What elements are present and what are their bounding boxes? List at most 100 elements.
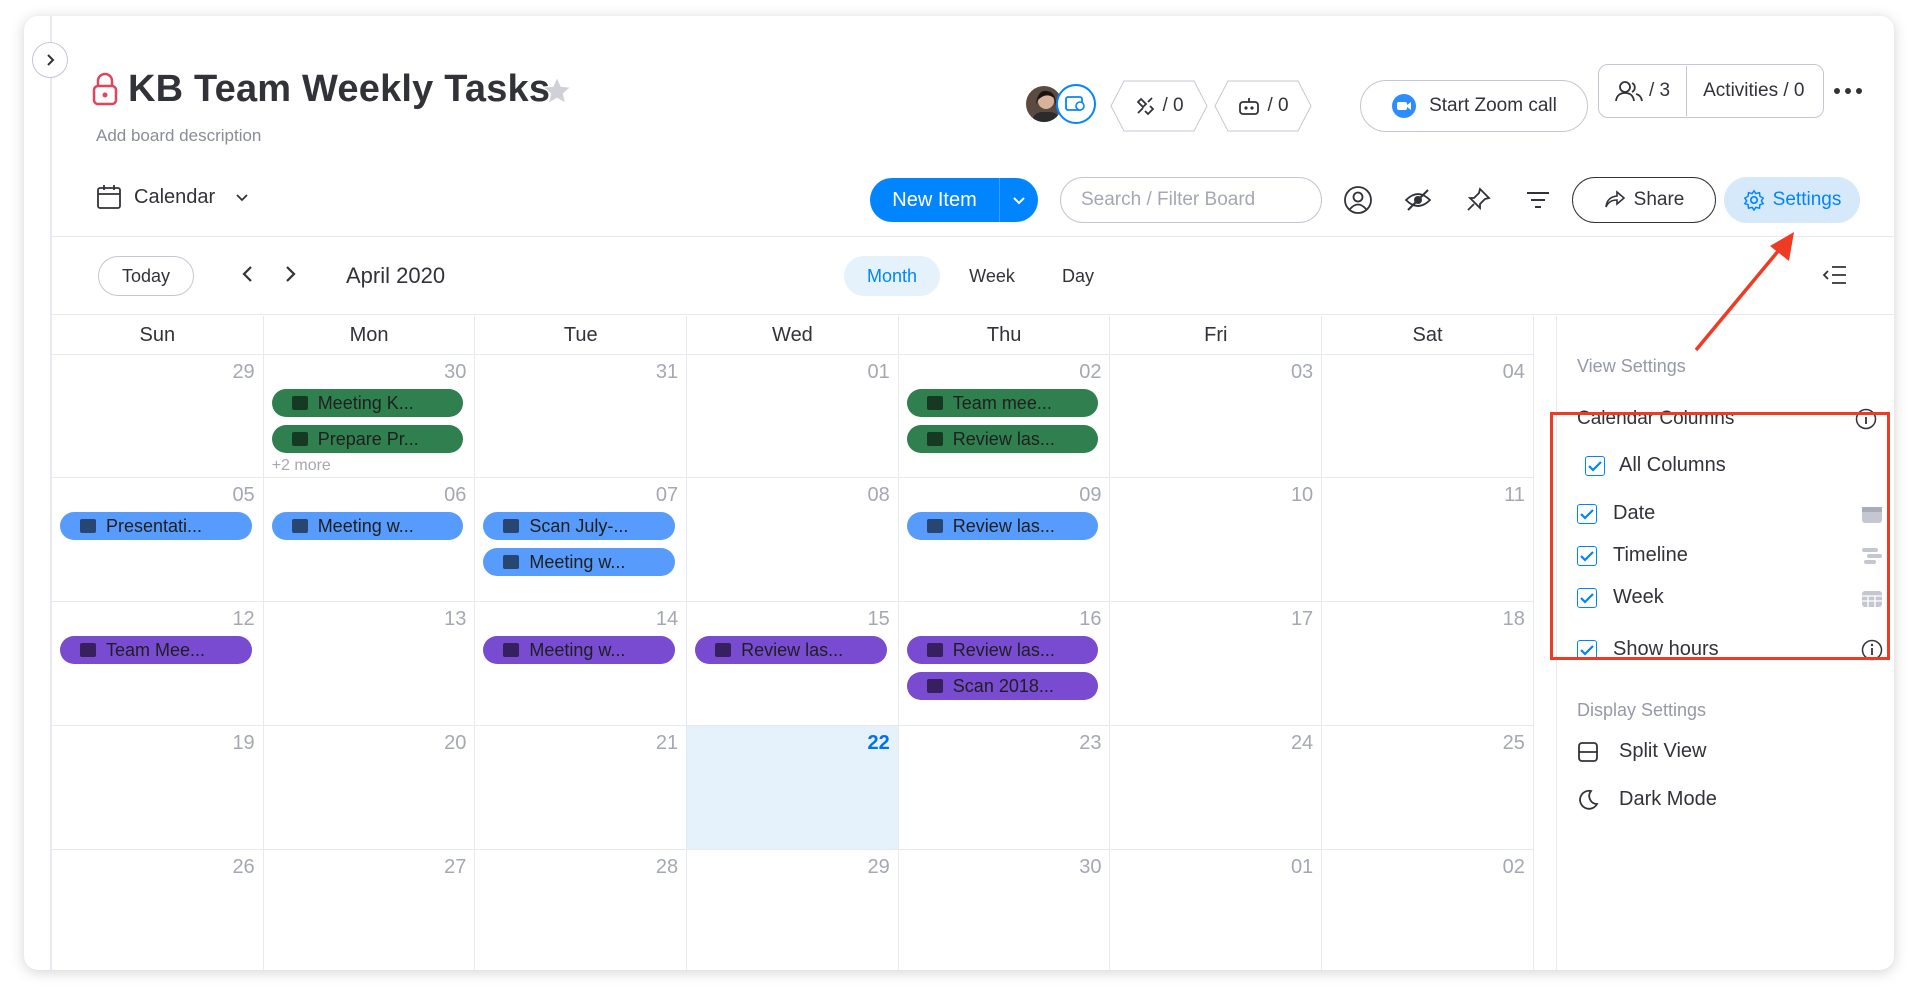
event-pill[interactable]: Presentati... [60, 512, 252, 540]
event-pill[interactable]: Scan 2018... [906, 672, 1099, 700]
day-cell[interactable]: 16 Review las... Scan 2018... [898, 602, 1111, 726]
event-pill[interactable]: Meeting w... [271, 512, 464, 540]
day-cell[interactable]: 01 [1111, 850, 1323, 970]
guest-access-icon[interactable] [1056, 84, 1096, 124]
expand-sidebar-button[interactable] [32, 42, 68, 78]
day-cell[interactable]: 02 [1322, 850, 1534, 970]
day-cell[interactable]: 17 [1110, 602, 1323, 726]
day-cell[interactable]: 09 Review las... [898, 478, 1111, 602]
activities-button[interactable]: Activities / 0 [1687, 80, 1820, 102]
star-icon[interactable] [542, 76, 572, 111]
integrations-button[interactable]: / 0 [1110, 80, 1208, 132]
day-number: 14 [655, 608, 679, 630]
day-cell[interactable]: 01 [687, 354, 899, 478]
calendar-item-icon [503, 643, 520, 657]
day-cell[interactable]: 13 [263, 602, 476, 726]
day-number: 29 [867, 856, 890, 878]
integrations-count: / 0 [1162, 95, 1184, 116]
day-cell[interactable]: 25 [1322, 726, 1534, 850]
day-cell[interactable]: 22 [687, 726, 899, 850]
day-cell[interactable]: 29 [687, 850, 899, 970]
collapse-panel-icon[interactable] [1822, 264, 1848, 291]
dark-mode-option[interactable]: Dark Mode [1577, 788, 1717, 811]
day-number: 13 [444, 608, 467, 630]
event-title: Review las... [952, 428, 1055, 449]
search-input[interactable]: Search / Filter Board [1060, 177, 1322, 223]
event-title: Meeting w... [317, 515, 414, 536]
board-description[interactable]: Add board description [96, 126, 261, 146]
day-cell[interactable]: 15 Review las... [687, 602, 899, 726]
day-cell[interactable]: 27 [264, 850, 476, 970]
event-pill[interactable]: Team Mee... [60, 636, 252, 664]
day-cell[interactable]: 04 [1322, 354, 1534, 478]
event-title: Scan July-... [529, 515, 629, 536]
day-cell[interactable]: 21 [475, 726, 688, 850]
day-number: 25 [1502, 732, 1525, 754]
more-options-icon[interactable] [1834, 88, 1862, 94]
pin-icon[interactable] [1458, 180, 1498, 220]
view-selector[interactable]: Calendar [96, 184, 249, 210]
day-cell[interactable]: 28 [475, 850, 688, 970]
calendar-item-icon [715, 643, 732, 657]
event-pill[interactable]: Team mee... [906, 389, 1099, 417]
mode-week-tab[interactable]: Week [952, 256, 1032, 296]
today-button[interactable]: Today [98, 256, 194, 296]
day-cell[interactable]: 23 [898, 726, 1111, 850]
day-cell[interactable]: 12 Team Mee... [52, 602, 264, 726]
day-cell[interactable]: 11 [1322, 478, 1534, 602]
next-month-button[interactable] [280, 264, 300, 289]
board-title[interactable]: KB Team Weekly Tasks [128, 68, 550, 111]
settings-button[interactable]: Settings [1724, 177, 1860, 223]
day-cell[interactable]: 26 [52, 850, 264, 970]
day-cell[interactable]: 05 Presentati... [52, 478, 264, 602]
day-cell[interactable]: 30 [899, 850, 1111, 970]
day-number: 28 [655, 856, 679, 878]
split-view-option[interactable]: Split View [1577, 740, 1706, 763]
day-cell[interactable]: 24 [1110, 726, 1323, 850]
day-cell[interactable]: 07 Scan July-... Meeting w... [475, 478, 688, 602]
toolbar-divider [52, 236, 1894, 237]
day-cell[interactable]: 20 [263, 726, 476, 850]
day-cell[interactable]: 08 [687, 478, 899, 602]
chevron-right-icon [47, 54, 55, 66]
day-cell[interactable]: 14 Meeting w... [475, 602, 688, 726]
day-cell[interactable]: 29 [52, 354, 264, 478]
event-pill[interactable]: Scan July-... [483, 512, 676, 540]
event-pill[interactable]: Prepare Pr... [271, 425, 464, 453]
day-cell[interactable]: 03 [1110, 354, 1323, 478]
day-cell[interactable]: 06 Meeting w... [263, 478, 476, 602]
event-pill[interactable]: Review las... [695, 636, 887, 664]
event-pill[interactable]: Meeting w... [483, 636, 676, 664]
new-item-dropdown[interactable] [1000, 193, 1038, 207]
chevron-right-icon [286, 266, 296, 282]
day-cell[interactable]: 18 [1322, 602, 1534, 726]
event-pill[interactable]: Review las... [906, 425, 1099, 453]
hide-icon[interactable] [1398, 180, 1438, 220]
day-cell[interactable]: 02 Team mee... Review las... [898, 354, 1111, 478]
day-cell[interactable]: 10 [1110, 478, 1323, 602]
day-cell[interactable]: 31 [475, 354, 688, 478]
prev-month-button[interactable] [238, 264, 258, 289]
event-pill[interactable]: Review las... [906, 512, 1099, 540]
mode-month-tab[interactable]: Month [844, 256, 940, 296]
event-pill[interactable]: Meeting w... [483, 548, 676, 576]
event-pill[interactable]: Meeting K... [271, 389, 464, 417]
start-zoom-call-button[interactable]: Start Zoom call [1360, 80, 1588, 132]
mode-day-tab[interactable]: Day [1040, 256, 1116, 296]
weekday-header: Mon [264, 316, 476, 354]
day-number: 03 [1290, 361, 1314, 383]
day-cell[interactable]: 30 Meeting K... Prepare Pr... +2 more [263, 354, 476, 478]
share-button[interactable]: Share [1572, 177, 1716, 223]
more-events-link[interactable]: +2 more [272, 457, 331, 475]
chevron-down-icon [236, 194, 248, 202]
filter-icon[interactable] [1518, 180, 1558, 220]
calendar-item-icon [291, 519, 308, 533]
day-cell[interactable]: 19 [52, 726, 264, 850]
dark-mode-label: Dark Mode [1619, 788, 1717, 810]
person-filter-icon[interactable] [1338, 180, 1378, 220]
new-item-button[interactable]: New Item [870, 178, 1038, 222]
automations-button[interactable]: / 0 [1214, 80, 1312, 132]
event-pill[interactable]: Review las... [906, 636, 1099, 664]
members-button[interactable]: / 3 [1599, 80, 1686, 102]
calendar-item-icon [926, 519, 943, 533]
